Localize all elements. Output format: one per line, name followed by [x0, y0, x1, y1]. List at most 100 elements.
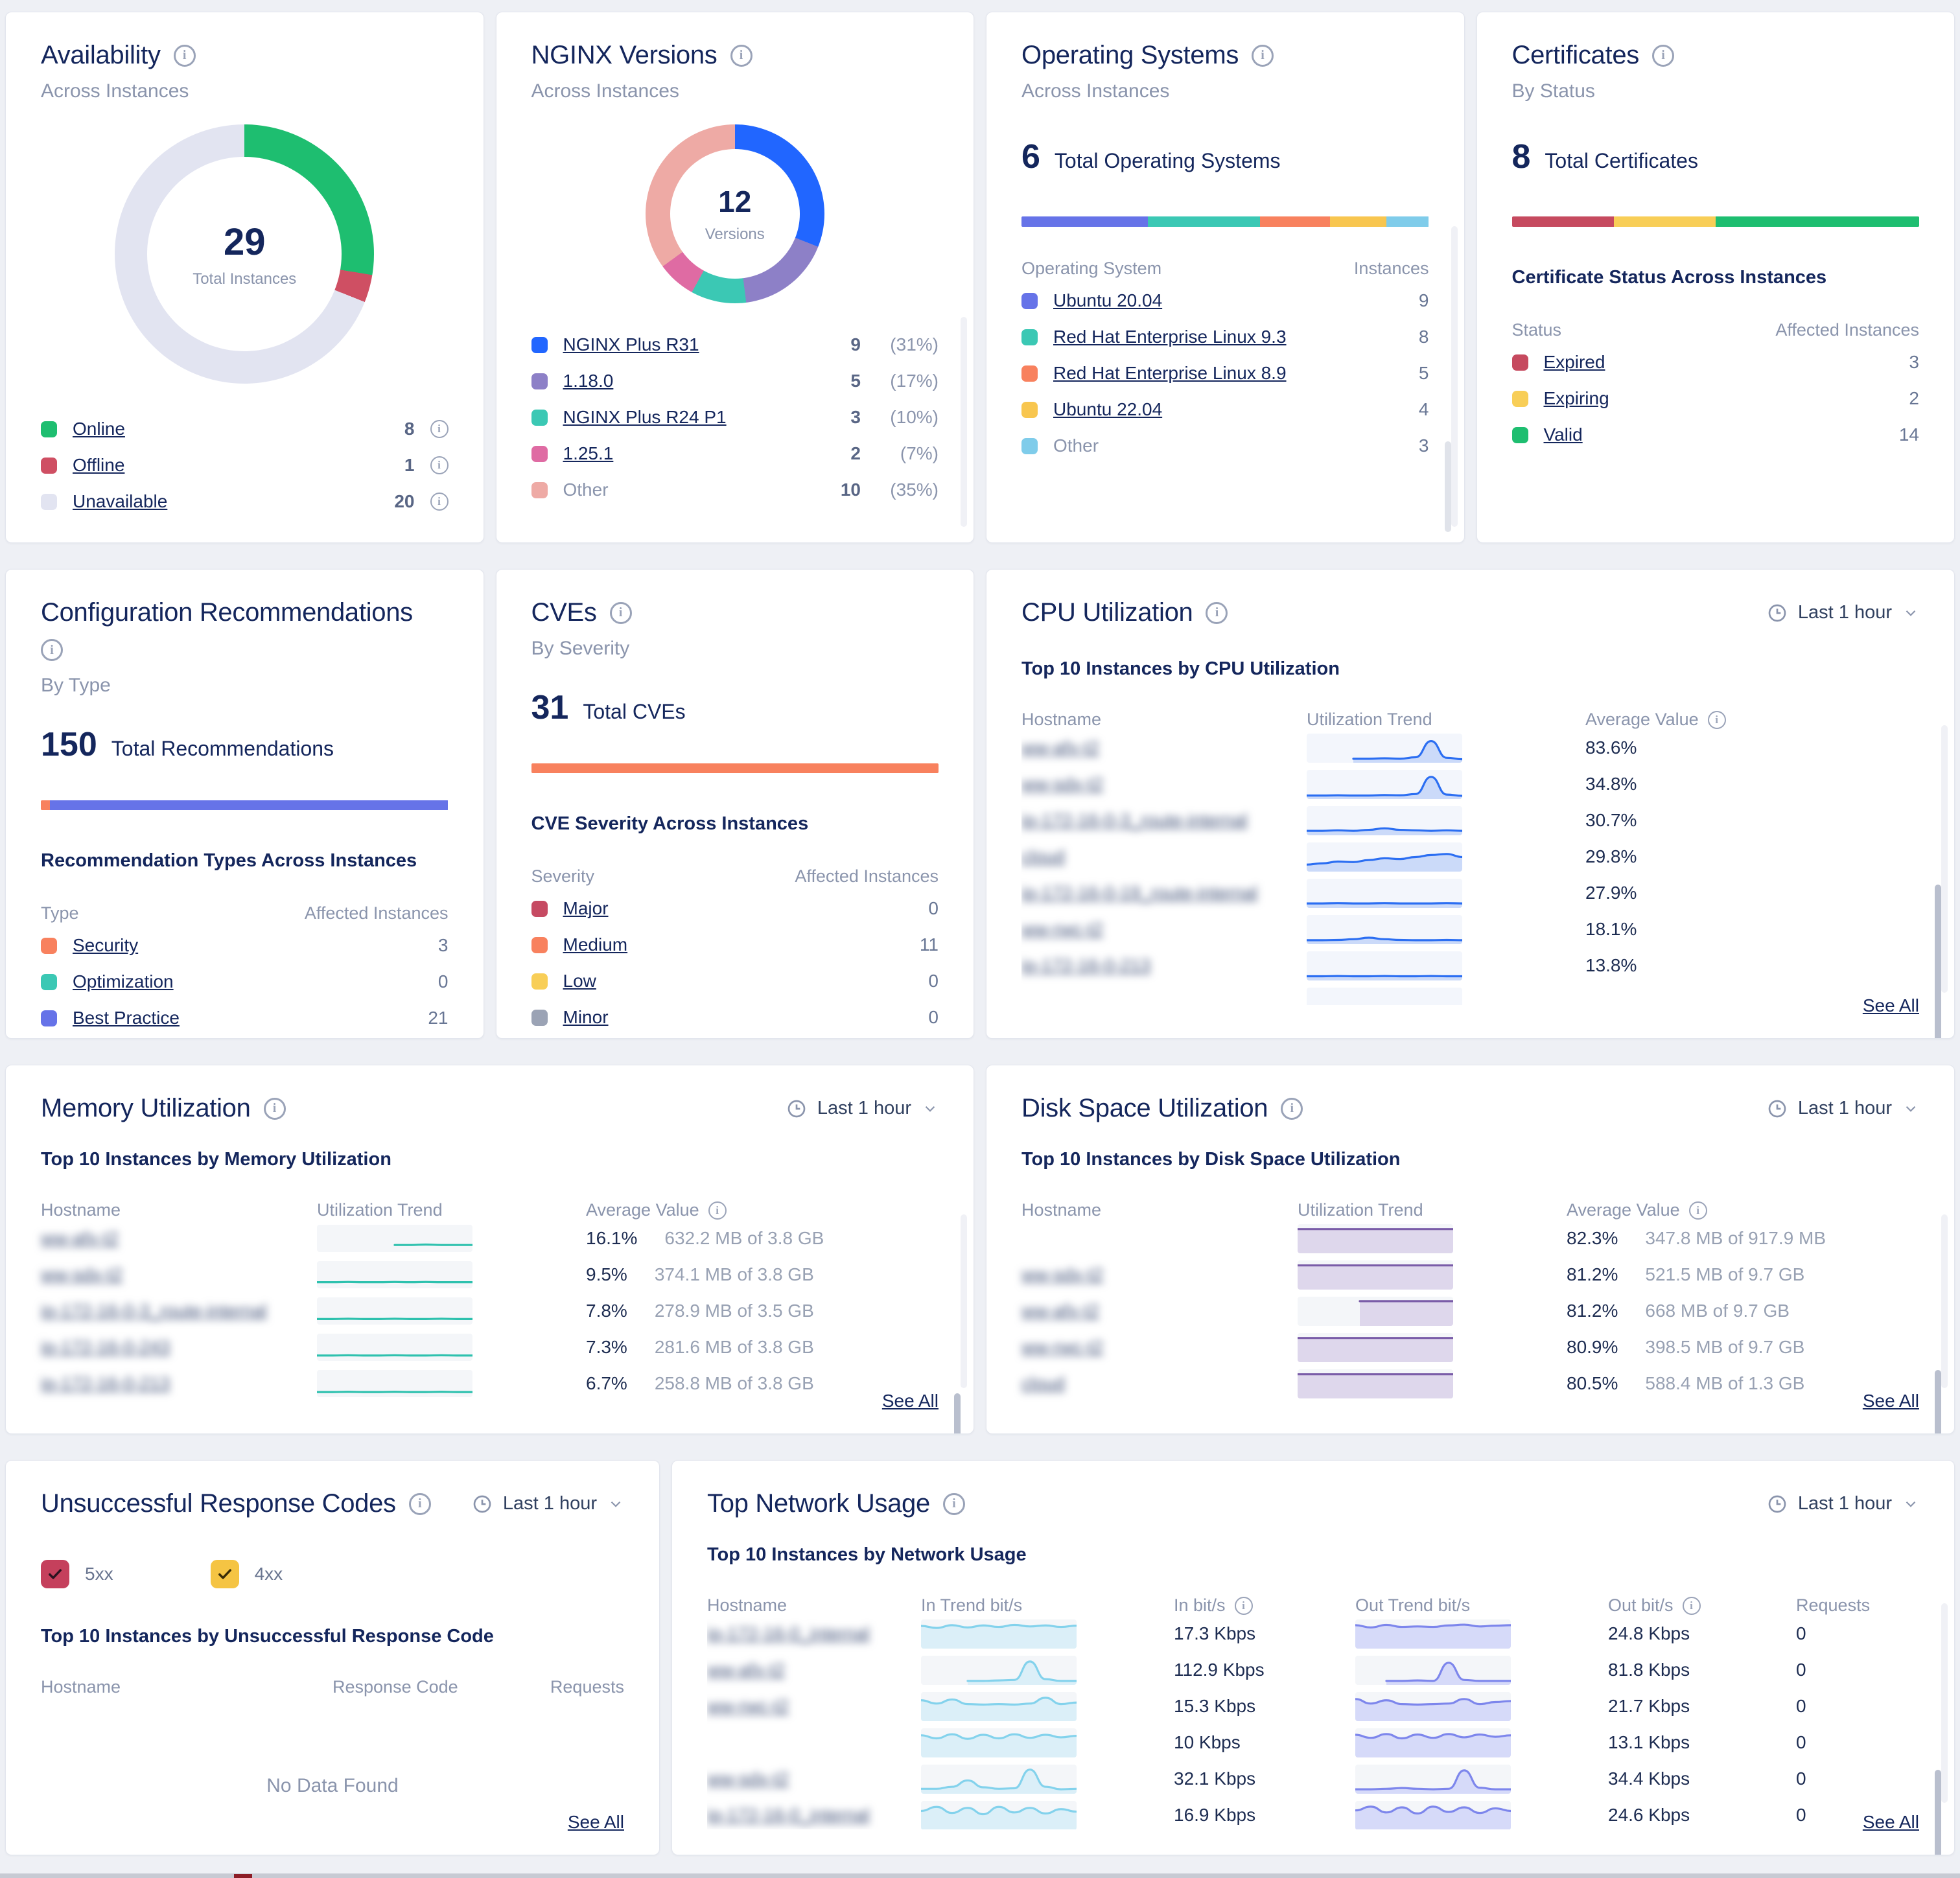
scrollbar-track[interactable] [1941, 1603, 1948, 1803]
clock-icon [1767, 1098, 1788, 1119]
time-range-selector[interactable]: Last 1 hour [786, 1098, 939, 1119]
hostname-link[interactable]: ww-sdx-t2 [41, 1264, 303, 1285]
total-os-label: Total Operating Systems [1055, 149, 1281, 173]
info-icon[interactable] [430, 493, 449, 511]
hostname-link[interactable]: ww-afx-t2 [41, 1228, 303, 1249]
legend-link-version[interactable]: NGINX Plus R31 [563, 334, 699, 355]
type-link-optimization[interactable]: Optimization [73, 971, 174, 992]
info-icon[interactable] [1689, 1201, 1707, 1220]
affected-count: 0 [438, 971, 449, 992]
severity-link-major[interactable]: Major [563, 898, 609, 919]
legend-link-online[interactable]: Online [73, 419, 125, 439]
scrollbar-track[interactable] [961, 1214, 967, 1388]
legend-link-version[interactable]: 1.18.0 [563, 371, 614, 391]
hostname-link[interactable]: ww-afx-t2 [1021, 737, 1292, 758]
info-icon[interactable] [1252, 45, 1274, 67]
scrollbar-track[interactable] [1451, 226, 1458, 527]
hostname-link[interactable]: ip-172-16-0-213 [41, 1373, 303, 1394]
severity-swatch [531, 901, 548, 917]
info-icon[interactable] [708, 1201, 727, 1220]
hostname-link[interactable]: ip-172-16-0-213 [1021, 955, 1292, 976]
hostname-link[interactable]: ww-sdx-t2 [1021, 774, 1292, 794]
os-link[interactable]: Ubuntu 22.04 [1053, 399, 1162, 420]
hostname-link[interactable]: ww-afx-t2 [1021, 1301, 1284, 1321]
checkbox-4xx[interactable] [211, 1560, 239, 1588]
see-all-link[interactable]: See All [882, 1391, 939, 1411]
status-link-expiring[interactable]: Expiring [1544, 388, 1609, 409]
info-icon[interactable] [409, 1493, 431, 1515]
scrollbar-thumb[interactable] [1935, 1370, 1941, 1434]
see-all-link[interactable]: See All [568, 1812, 624, 1833]
see-all-link[interactable]: See All [1863, 995, 1919, 1016]
hostname-link[interactable]: ww-afx-t2 [707, 1660, 911, 1680]
see-all-link[interactable]: See All [1863, 1391, 1919, 1411]
info-icon[interactable] [730, 45, 752, 67]
see-all-link[interactable]: See All [1863, 1812, 1919, 1833]
info-icon[interactable] [1235, 1597, 1253, 1615]
info-icon[interactable] [430, 420, 449, 438]
type-link-security[interactable]: Security [73, 935, 138, 956]
severity-link-low[interactable]: Low [563, 971, 596, 991]
type-link-best-practice[interactable]: Best Practice [73, 1008, 180, 1028]
info-icon[interactable] [610, 602, 632, 624]
hostname-link[interactable]: ip-172-16-0-3_route-internal [41, 1301, 303, 1321]
hostname-link[interactable]: ip-172-16-0_internal [707, 1623, 911, 1644]
hostname-link[interactable]: ip-172-16-0-3_route-internal [1021, 810, 1292, 831]
os-link[interactable]: Red Hat Enterprise Linux 9.3 [1053, 327, 1287, 347]
list-item: Security 3 [41, 927, 449, 964]
info-icon[interactable] [430, 456, 449, 474]
info-icon[interactable] [174, 45, 196, 67]
severity-link-medium[interactable]: Medium [563, 934, 628, 955]
scrollbar-thumb[interactable] [1935, 885, 1941, 1039]
scrollbar-track[interactable] [1941, 1214, 1948, 1388]
status-link-valid[interactable]: Valid [1544, 424, 1583, 445]
legend-link-unavailable[interactable]: Unavailable [73, 491, 167, 512]
legend-row: Unavailable 20 [41, 483, 449, 520]
hostname-link[interactable]: ww-rwc-t2 [1021, 919, 1292, 940]
hostname-link[interactable]: ip-172-16-0-19_route-internal [1021, 883, 1292, 903]
os-link[interactable]: Red Hat Enterprise Linux 8.9 [1053, 363, 1287, 384]
checkbox-label: 4xx [255, 1564, 283, 1584]
column-header-affected: Affected Instances [305, 903, 449, 923]
status-link-expired[interactable]: Expired [1544, 352, 1605, 373]
legend-link-offline[interactable]: Offline [73, 455, 124, 476]
info-icon[interactable] [1652, 45, 1674, 67]
time-range-selector[interactable]: Last 1 hour [472, 1493, 624, 1514]
info-icon[interactable] [41, 639, 63, 661]
hostname-link[interactable]: ww-rwc-t2 [707, 1696, 911, 1717]
hostname-link[interactable]: cloud [1021, 846, 1292, 867]
scrollbar-track[interactable] [961, 317, 967, 527]
chevron-down-icon [607, 1496, 624, 1513]
os-link[interactable]: Ubuntu 20.04 [1053, 290, 1162, 311]
in-trend-sparkline [921, 1619, 1077, 1649]
hostname-link[interactable]: ww-sdx-t2 [1021, 1264, 1284, 1285]
card-title: Certificates [1512, 41, 1639, 70]
table-row: ip-172-16-0-3_route-internal 7.8%278.9 M… [41, 1293, 939, 1329]
column-header-average: Average Value [1585, 710, 1699, 730]
hostname-link[interactable]: ww-rwc-t2 [1021, 1337, 1284, 1358]
info-icon[interactable] [943, 1493, 965, 1515]
time-range-selector[interactable]: Last 1 hour [1767, 1098, 1919, 1119]
checkbox-5xx[interactable] [41, 1560, 69, 1588]
info-icon[interactable] [1708, 711, 1726, 729]
info-icon[interactable] [1206, 602, 1228, 624]
hostname-link[interactable]: ww-sdx-t2 [707, 1768, 911, 1789]
time-range-selector[interactable]: Last 1 hour [1767, 1493, 1919, 1514]
scrollbar-track[interactable] [1941, 725, 1948, 993]
out-trend-s parkline [1355, 1728, 1511, 1757]
legend-link-version[interactable]: NGINX Plus R24 P1 [563, 407, 727, 428]
severity-link-minor[interactable]: Minor [563, 1007, 609, 1028]
scrollbar-thumb[interactable] [954, 1393, 961, 1434]
status-swatch [1512, 427, 1528, 443]
time-range-selector[interactable]: Last 1 hour [1767, 602, 1919, 623]
hostname-link[interactable]: ip-172-16-0-243 [41, 1337, 303, 1358]
hostname-link[interactable]: ip-172-16-0_internal [707, 1805, 911, 1826]
legend-row: Offline 1 [41, 447, 449, 483]
scrollbar-thumb[interactable] [1935, 1770, 1941, 1855]
scrollbar-thumb[interactable] [1445, 441, 1451, 532]
hostname-link[interactable]: cloud [1021, 1373, 1284, 1394]
info-icon[interactable] [264, 1098, 286, 1120]
info-icon[interactable] [1683, 1597, 1701, 1615]
legend-link-version[interactable]: 1.25.1 [563, 443, 614, 464]
info-icon[interactable] [1281, 1098, 1303, 1120]
